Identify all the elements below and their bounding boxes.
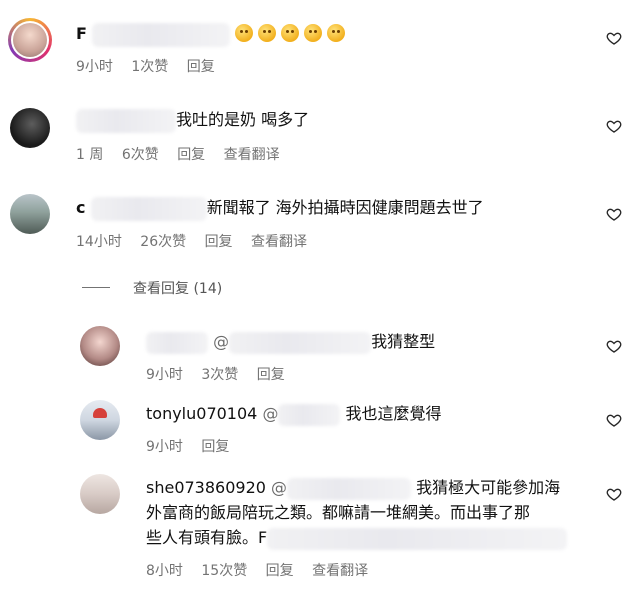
comment-meta: 14小时 26次赞 回复 查看翻译 [76,231,321,251]
avatar[interactable] [80,474,120,514]
timestamp: 1 周 [76,147,104,163]
reply-item: she073860920 @ 我猜極大可能參加海 外富商的飯局陪玩之類。都嘛請一… [0,468,640,593]
timestamp: 9小时 [76,59,113,75]
redacted-text [267,527,568,550]
avatar[interactable] [80,400,120,440]
comment-body: 我吐的是奶 喝多了 [176,110,310,129]
timestamp: 14小时 [76,234,122,250]
mention[interactable]: @ [271,478,287,497]
comment-body: 新聞報了 海外拍攝時因健康問題去世了 [206,198,484,217]
reply-body: 我也這麼覺得 [345,404,442,423]
replies-divider [82,287,110,288]
timestamp: 9小时 [146,367,183,383]
reply-button[interactable]: 回复 [205,234,233,250]
avatar[interactable] [10,194,50,234]
comment-meta: 1 周 6次赞 回复 查看翻译 [76,144,294,164]
comment-item: 我吐的是奶 喝多了 1 周 6次赞 回复 查看翻译 [0,96,640,176]
like-count[interactable]: 1次赞 [131,59,168,75]
heart-outline-icon[interactable] [606,412,622,428]
reply-text: @ 我猜整型 [146,330,435,354]
redacted-text [76,108,176,133]
like-count[interactable]: 6次赞 [122,147,159,163]
like-count[interactable]: 15次赞 [201,563,247,579]
emoji-icon [304,24,323,42]
reply-text: tonylu070104 @ 我也這麼覺得 [146,402,442,426]
emoji-icon [281,24,300,42]
comment-text: F [76,22,350,47]
reply-button[interactable]: 回复 [187,59,215,75]
heart-outline-icon[interactable] [606,30,622,46]
heart-outline-icon[interactable] [606,206,622,222]
reply-item: @ 我猜整型 9小时 3次赞 回复 [0,320,640,390]
heart-outline-icon[interactable] [606,486,622,502]
emoji-icon [235,24,254,42]
like-count[interactable]: 26次赞 [140,234,186,250]
avatar[interactable] [10,108,50,148]
reply-button[interactable]: 回复 [266,563,294,579]
view-replies-button[interactable]: 查看回复 (14) [133,278,222,298]
reply-body: 些人有頭有臉。F [146,528,268,547]
timestamp: 9小时 [146,439,183,455]
reply-button[interactable]: 回复 [257,367,285,383]
reply-meta: 9小时 3次赞 回复 [146,364,299,384]
reply-meta: 8小时 15次赞 回复 查看翻译 [146,560,382,580]
username[interactable]: she073860920 [146,478,266,497]
reply-text-line: 外富商的飯局陪玩之類。都嘛請一堆網美。而出事了那 [146,501,530,525]
redacted-text [90,196,207,221]
reply-button[interactable]: 回复 [177,147,205,163]
username[interactable]: F [76,24,87,43]
reply-meta: 9小时 回复 [146,436,243,456]
translate-button[interactable]: 查看翻译 [224,147,280,163]
username[interactable]: tonylu070104 [146,404,257,423]
comment-meta: 9小时 1次赞 回复 [76,56,229,76]
reply-item: tonylu070104 @ 我也這麼覺得 9小时 回复 [0,394,640,464]
redacted-text [287,477,412,500]
reply-text-line: 些人有頭有臉。F [146,526,568,550]
emoji-icon [258,24,277,42]
avatar[interactable] [8,18,52,62]
mention[interactable]: @ [213,332,229,351]
redacted-text [229,331,372,354]
mention[interactable]: @ [262,404,278,423]
reply-body: 外富商的飯局陪玩之類。都嘛請一堆網美。而出事了那 [146,503,531,522]
translate-button[interactable]: 查看翻译 [312,563,368,579]
emoji-icon [327,24,346,42]
comment-item: F 9小时 1次赞 回复 [0,0,640,80]
redacted-text [146,331,208,354]
heart-outline-icon[interactable] [606,118,622,134]
reply-button[interactable]: 回复 [201,439,229,455]
reply-body: 我猜整型 [371,332,436,351]
translate-button[interactable]: 查看翻译 [251,234,307,250]
timestamp: 8小时 [146,563,183,579]
comment-item: c 新聞報了 海外拍攝時因健康問題去世了 14小时 26次赞 回复 查看翻译 [0,184,640,264]
reply-body: 我猜極大可能參加海 [416,478,561,497]
redacted-text [92,22,231,47]
comment-text: c 新聞報了 海外拍攝時因健康問題去世了 [76,196,484,221]
comment-text: 我吐的是奶 喝多了 [76,108,309,133]
avatar[interactable] [80,326,120,366]
like-count[interactable]: 3次赞 [201,367,238,383]
redacted-text [278,403,341,426]
username[interactable]: c [76,198,85,217]
heart-outline-icon[interactable] [606,338,622,354]
reply-text-line: she073860920 @ 我猜極大可能參加海 [146,476,560,500]
